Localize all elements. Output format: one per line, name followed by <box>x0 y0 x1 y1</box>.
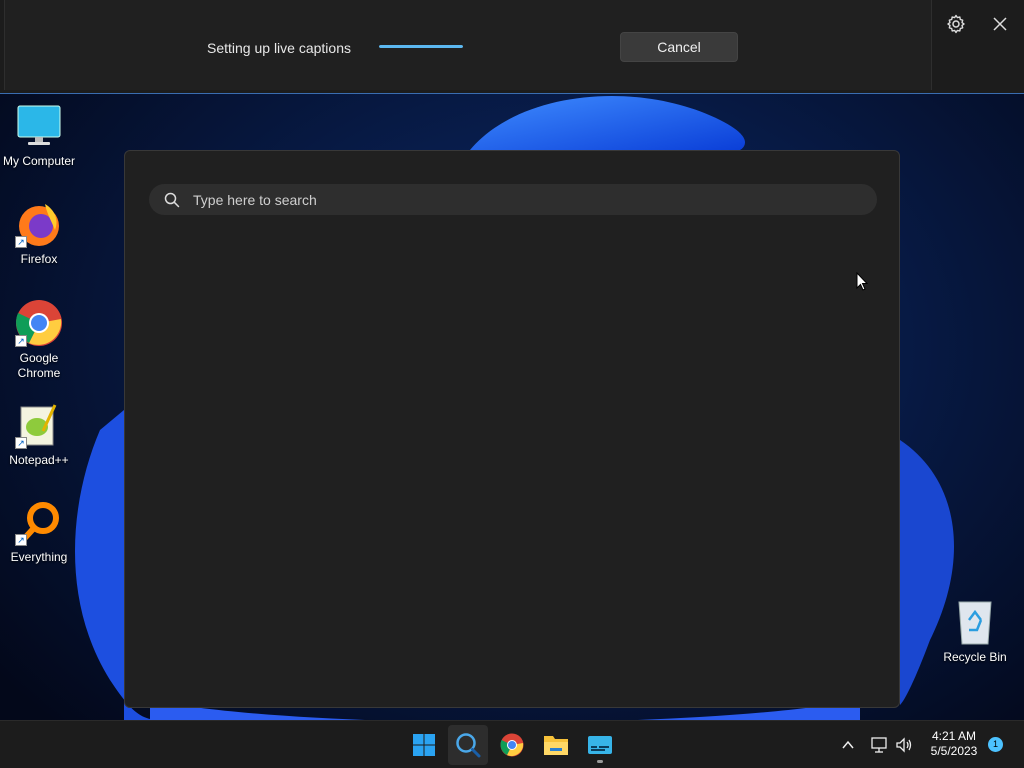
chevron-up-icon <box>842 740 854 749</box>
show-hidden-icons-button[interactable] <box>838 725 858 765</box>
network-icon <box>871 737 887 753</box>
chrome-icon <box>500 733 524 757</box>
clock-button[interactable]: 4:21 AM 5/5/2023 <box>922 729 986 759</box>
search-box[interactable] <box>149 184 877 215</box>
chrome-icon: ↗ <box>15 299 63 347</box>
desktop-icon-label: Notepad++ <box>9 453 69 467</box>
shortcut-arrow-icon: ↗ <box>15 534 27 546</box>
gear-icon <box>947 14 965 34</box>
shortcut-arrow-icon: ↗ <box>15 236 27 248</box>
desktop-icon-label: My Computer <box>2 154 76 168</box>
mouse-cursor-icon <box>856 272 868 291</box>
desktop-icon-firefox[interactable]: ↗ Firefox <box>0 200 78 267</box>
network-button[interactable] <box>868 725 890 765</box>
notification-badge[interactable]: 1 <box>988 737 1003 752</box>
start-button[interactable] <box>404 725 444 765</box>
clock-date: 5/5/2023 <box>930 744 978 758</box>
clock-time: 4:21 AM <box>931 729 977 743</box>
notepad-plus-plus-icon: ↗ <box>15 401 63 449</box>
volume-button[interactable] <box>893 725 915 765</box>
search-icon <box>456 733 481 758</box>
start-icon <box>413 734 435 756</box>
desktop-icon-google-chrome[interactable]: ↗ Google Chrome <box>0 299 78 381</box>
taskbar: 4:21 AM 5/5/2023 1 <box>0 720 1024 768</box>
live-captions-bar: Setting up live captions Cancel <box>0 0 1024 94</box>
speaker-icon <box>896 737 912 753</box>
desktop-icon-recycle-bin[interactable]: Recycle Bin <box>936 598 1014 665</box>
taskbar-search-button[interactable] <box>448 725 488 765</box>
shortcut-arrow-icon: ↗ <box>15 335 27 347</box>
desktop-icon-label: Everything <box>10 550 68 564</box>
captions-progress-bar <box>379 45 463 48</box>
search-icon <box>164 192 180 207</box>
shortcut-arrow-icon: ↗ <box>15 437 27 449</box>
close-button[interactable] <box>988 12 1012 36</box>
monitor-icon <box>15 102 63 150</box>
live-captions-icon <box>588 736 612 754</box>
desktop-icon-my-computer[interactable]: My Computer <box>0 102 78 169</box>
captions-progress-fill <box>379 45 463 48</box>
desktop-icon-label: Firefox <box>20 252 58 266</box>
desktop-icon-everything[interactable]: ↗ Everything <box>0 498 78 565</box>
everything-search-icon: ↗ <box>15 498 63 546</box>
settings-button[interactable] <box>944 12 968 36</box>
file-explorer-icon <box>544 736 568 755</box>
live-captions-panel: Setting up live captions Cancel <box>4 0 932 90</box>
firefox-icon: ↗ <box>15 200 63 248</box>
taskbar-file-explorer-button[interactable] <box>536 725 576 765</box>
taskbar-live-captions-button[interactable] <box>580 725 620 765</box>
desktop-icon-notepad-plus-plus[interactable]: ↗ Notepad++ <box>0 401 78 468</box>
desktop-icon-label: Google Chrome <box>17 351 61 380</box>
running-indicator <box>597 760 603 763</box>
close-icon <box>993 17 1007 31</box>
taskbar-chrome-button[interactable] <box>492 725 532 765</box>
desktop-icon-label: Recycle Bin <box>943 650 1007 664</box>
search-input[interactable] <box>193 191 853 208</box>
cancel-button[interactable]: Cancel <box>620 32 738 62</box>
recycle-bin-icon <box>951 598 999 646</box>
search-panel <box>124 150 900 708</box>
captions-status-text: Setting up live captions <box>207 40 351 56</box>
